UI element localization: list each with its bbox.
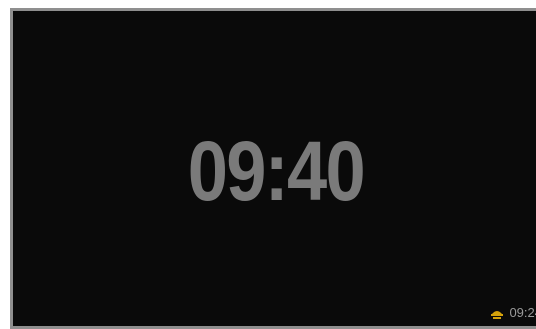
alarm-status: 09:24 [490,305,536,320]
alarm-icon [490,307,504,319]
alarm-time: 09:24 [509,305,536,320]
clock-screen: 09:40 09:24 [10,8,536,329]
current-time: 09:40 [187,124,366,218]
